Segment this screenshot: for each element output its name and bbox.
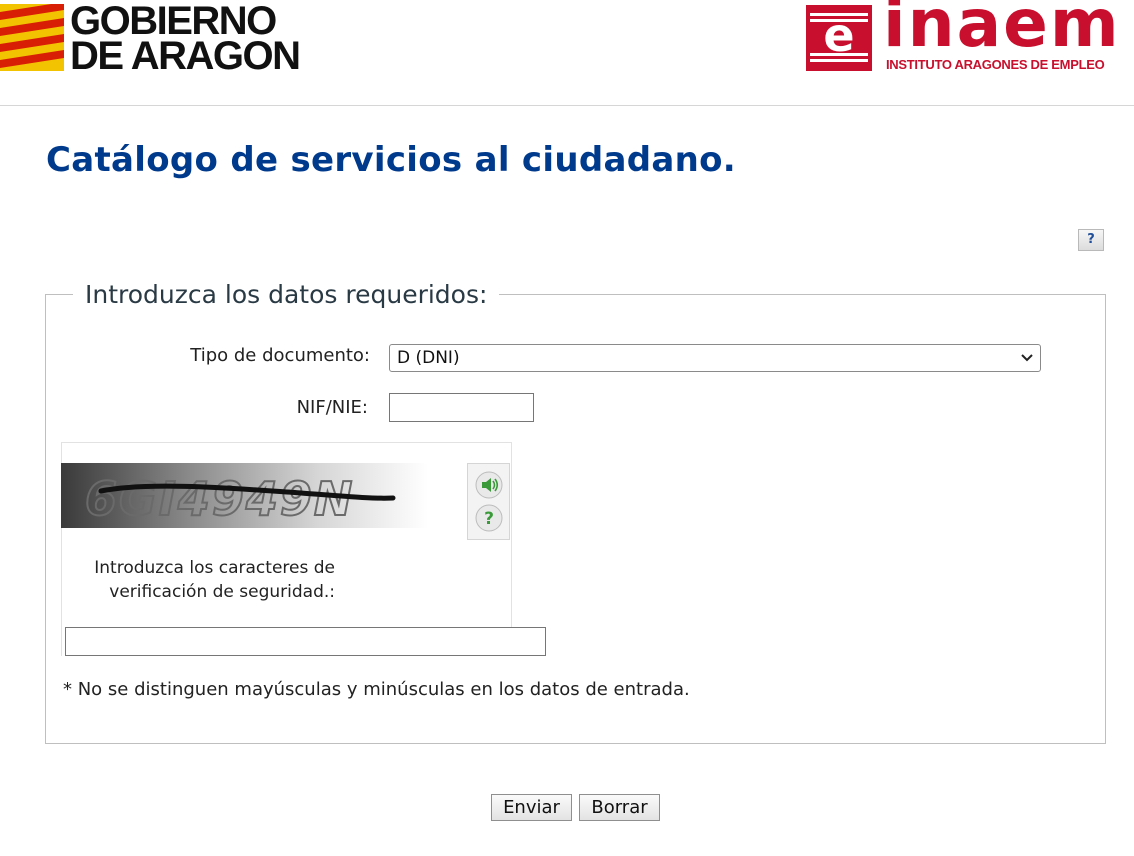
fieldset-legend: Introduzca los datos requeridos: bbox=[73, 276, 500, 314]
captcha-image: 6GI4949N bbox=[61, 463, 428, 528]
svg-text:e: e bbox=[823, 8, 854, 62]
gobierno-text: GOBIERNO bbox=[70, 0, 277, 43]
doc-type-label: Tipo de documento: bbox=[190, 345, 370, 366]
speaker-icon[interactable] bbox=[475, 471, 503, 499]
page-header: GOBIERNO DE ARAGON e inaem INSTITUTO ARA… bbox=[0, 0, 1134, 106]
inaem-logo: e inaem INSTITUTO ARAGONES DE EMPLEO bbox=[806, 0, 1130, 76]
de-aragon-text: DE ARAGON bbox=[70, 34, 301, 78]
inaem-e-badge: e bbox=[806, 5, 872, 71]
captcha-input[interactable] bbox=[65, 627, 546, 656]
chevron-down-icon bbox=[1021, 354, 1033, 362]
page-title: Catálogo de servicios al ciudadano. bbox=[46, 140, 736, 180]
doc-type-select[interactable]: D (DNI) bbox=[389, 344, 1041, 372]
nif-label: NIF/NIE: bbox=[296, 397, 368, 418]
captcha-label: Introduzca los caracteres de verificació… bbox=[94, 558, 335, 602]
reset-button[interactable]: Borrar bbox=[579, 794, 660, 821]
help-button[interactable]: ? bbox=[1078, 229, 1104, 251]
captcha-tools: ? bbox=[467, 463, 510, 540]
nif-input[interactable] bbox=[389, 393, 534, 422]
captcha-characters: 6GI4949N bbox=[85, 472, 354, 526]
case-insensitive-note: * No se distinguen mayúsculas y minúscul… bbox=[63, 679, 690, 700]
inaem-subtitle: INSTITUTO ARAGONES DE EMPLEO bbox=[886, 57, 1105, 72]
submit-button[interactable]: Enviar bbox=[491, 794, 572, 821]
question-icon[interactable]: ? bbox=[475, 504, 503, 532]
inaem-wordmark: inaem bbox=[883, 0, 1121, 62]
aragon-flag-icon bbox=[0, 4, 64, 71]
e-letter-icon: e bbox=[810, 8, 868, 62]
gobierno-aragon-logo: GOBIERNO DE ARAGON bbox=[0, 0, 301, 78]
doc-type-selected-value: D (DNI) bbox=[397, 348, 460, 368]
svg-text:?: ? bbox=[484, 509, 494, 529]
